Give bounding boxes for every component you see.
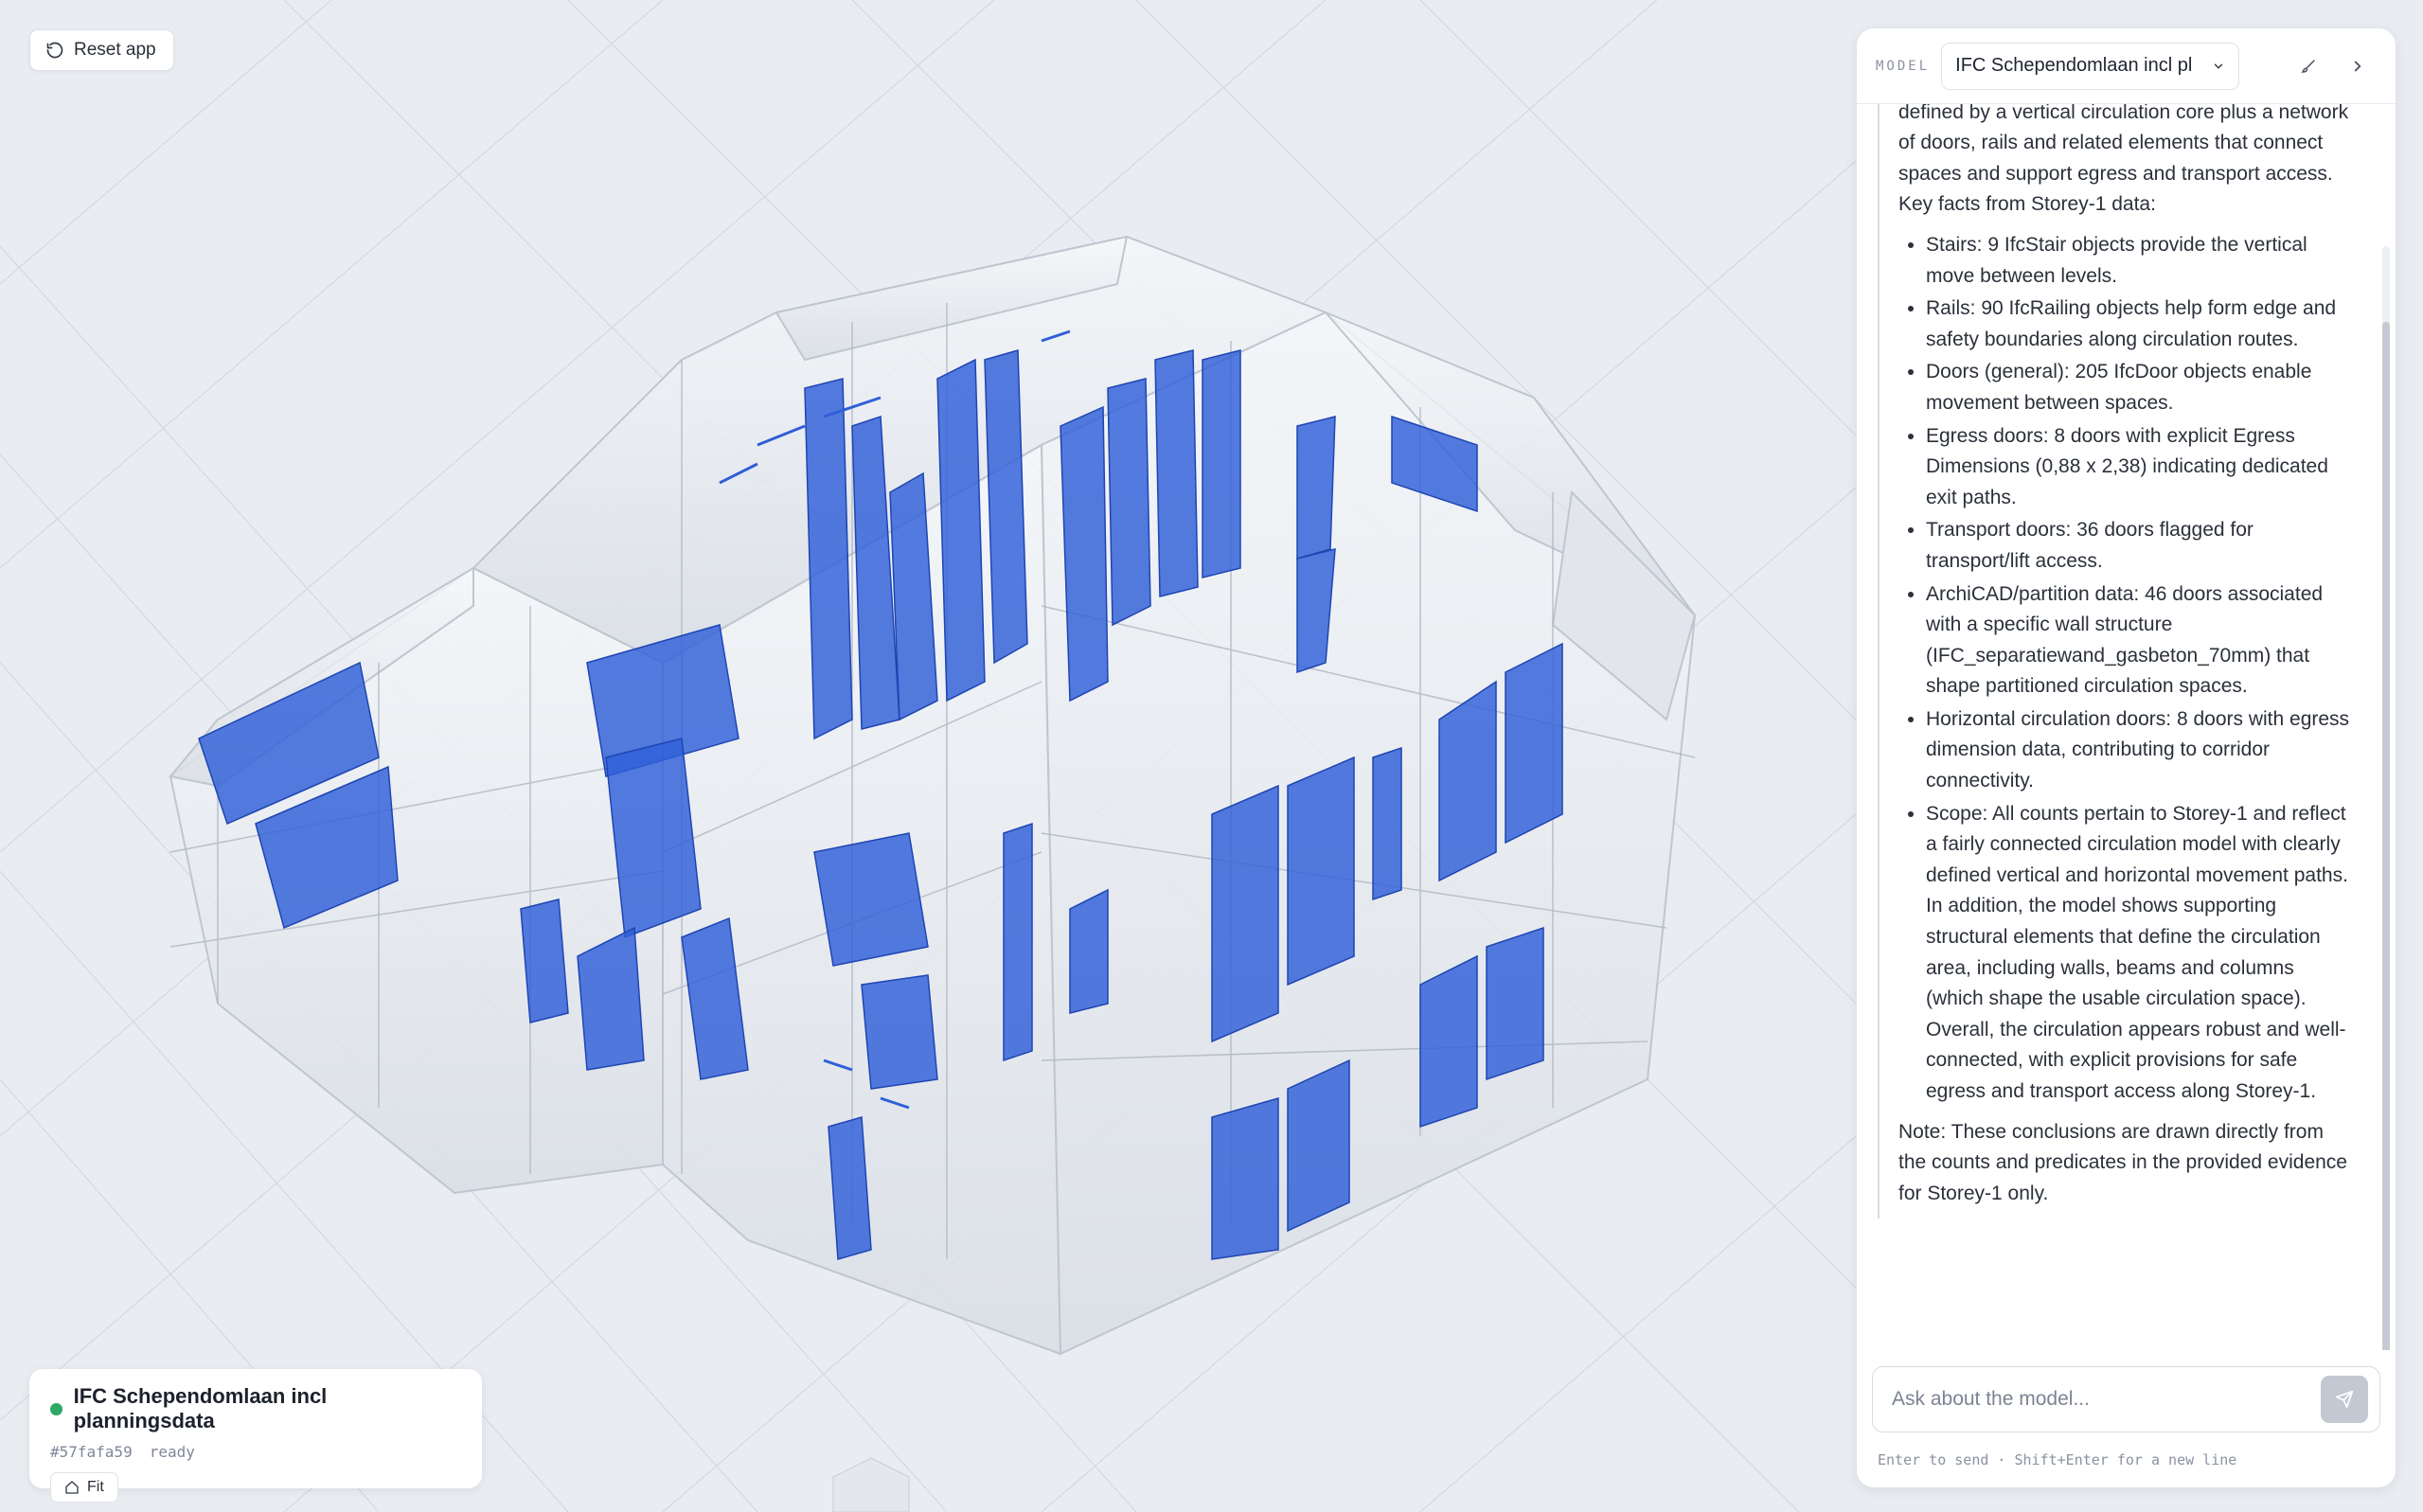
status-state: ready: [149, 1443, 195, 1461]
assistant-message: Circulation on this Storey-1 enclosure i…: [1878, 104, 2358, 1219]
reset-app-button[interactable]: Reset app: [29, 29, 174, 71]
fit-button[interactable]: Fit: [50, 1472, 118, 1503]
status-title-row: IFC Schependomlaan incl planningsdata: [50, 1384, 461, 1433]
ground-marker: [832, 1457, 910, 1512]
chevron-down-icon: [2214, 63, 2223, 69]
composer-hint: Enter to send · Shift+Enter for a new li…: [1878, 1451, 2237, 1468]
brush-icon: [2301, 59, 2315, 73]
message-bullet-scope-text: Scope: All counts pertain to Storey-1 an…: [1926, 802, 2348, 1010]
status-model-id: #57fafa59: [50, 1443, 133, 1461]
rotate-ccw-icon: [46, 42, 63, 59]
model-select-value: IFC Schependomlaan incl pl: [1955, 55, 2193, 76]
message-intro: Circulation on this Storey-1 enclosure i…: [1898, 104, 2349, 216]
message-bullet: Doors (general): 205 IfcDoor objects ena…: [1926, 357, 2352, 418]
send-button[interactable]: [2321, 1376, 2368, 1423]
reset-app-label: Reset app: [74, 40, 156, 60]
chat-input[interactable]: [1890, 1387, 2321, 1412]
fit-label: Fit: [87, 1479, 104, 1495]
chevron-right-icon: [2354, 61, 2361, 71]
status-ready-dot: [50, 1402, 62, 1415]
message-bullet: Rails: 90 IfcRailing objects help form e…: [1926, 294, 2352, 355]
message-note: Note: These conclusions are drawn direct…: [1898, 1120, 2347, 1204]
clear-chat-button[interactable]: [2289, 47, 2327, 85]
status-meta-row: #57fafa59 ready: [50, 1443, 461, 1461]
chat-history[interactable]: Circulation on this Storey-1 enclosure i…: [1857, 104, 2396, 1350]
message-bullet-scope: Scope: All counts pertain to Storey-1 an…: [1926, 799, 2352, 1108]
status-model-name: IFC Schependomlaan incl planningsdata: [73, 1384, 328, 1432]
send-icon: [2335, 1390, 2354, 1409]
model-select[interactable]: IFC Schependomlaan incl pl: [1941, 42, 2240, 90]
chat-scrollbar-thumb[interactable]: [2382, 322, 2390, 1350]
model-status-card: IFC Schependomlaan incl planningsdata #5…: [29, 1369, 482, 1503]
message-bullet: Egress doors: 8 doors with explicit Egre…: [1926, 421, 2352, 514]
message-bullets: Stairs: 9 IfcStair objects provide the v…: [1898, 230, 2352, 1108]
chat-composer: [1872, 1366, 2380, 1432]
message-bullet: ArchiCAD/partition data: 46 doors associ…: [1926, 579, 2352, 703]
panel-header: MODEL IFC Schependomlaan incl pl: [1857, 28, 2396, 104]
message-bullet: Horizontal circulation doors: 8 doors wi…: [1926, 704, 2352, 797]
message-bullet: Stairs: 9 IfcStair objects provide the v…: [1926, 230, 2352, 292]
message-overall: Overall, the circulation appears robust …: [1926, 1018, 2346, 1102]
message-bullet: Transport doors: 36 doors flagged for tr…: [1926, 515, 2352, 577]
model-label: MODEL: [1876, 58, 1931, 74]
chat-panel: MODEL IFC Schependomlaan incl pl Circula…: [1857, 28, 2396, 1487]
home-icon: [65, 1481, 79, 1494]
collapse-panel-button[interactable]: [2339, 47, 2377, 85]
